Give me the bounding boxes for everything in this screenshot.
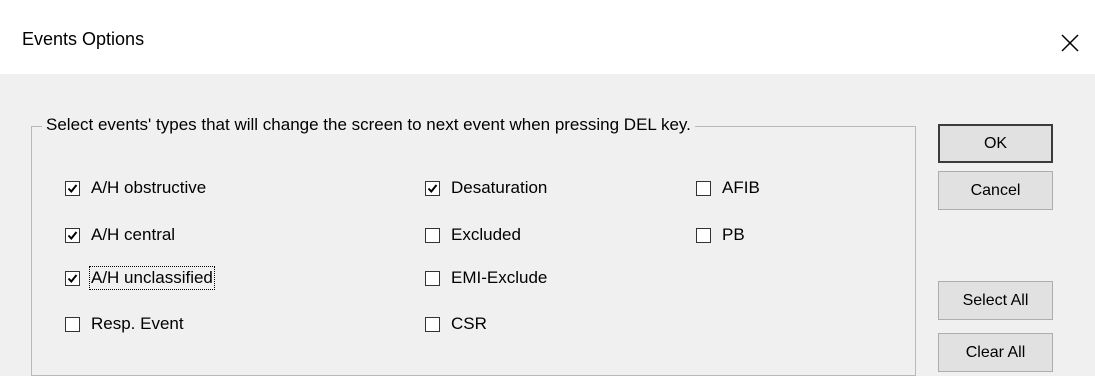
checkbox-desaturation[interactable]: Desaturation [425, 175, 547, 201]
checkbox-ah-unclassified[interactable]: A/H unclassified [65, 265, 215, 291]
check-icon [67, 273, 78, 283]
checkbox-label: A/H obstructive [91, 178, 207, 197]
check-icon [67, 230, 78, 240]
close-button[interactable] [1053, 26, 1087, 60]
checkbox-resp-event[interactable]: Resp. Event [65, 311, 184, 337]
checkbox-afib[interactable]: AFIB [696, 175, 760, 201]
clear-all-button[interactable]: Clear All [938, 333, 1053, 372]
checkbox-label: Excluded [451, 225, 521, 244]
checkbox-excluded[interactable]: Excluded [425, 222, 521, 248]
checkbox-label: Desaturation [451, 178, 548, 197]
checkbox-ah-central[interactable]: A/H central [65, 222, 175, 248]
checkbox-box [696, 180, 711, 196]
checkbox-box [425, 270, 440, 286]
checkbox-box [425, 316, 440, 332]
checkbox-label: Resp. Event [91, 314, 184, 333]
checkbox-label: A/H central [91, 225, 176, 244]
checkbox-box [65, 316, 80, 332]
checkbox-box [696, 227, 711, 243]
checkbox-emi-exclude[interactable]: EMI-Exclude [425, 265, 547, 291]
checkbox-label: CSR [451, 314, 487, 333]
checkbox-label: PB [722, 225, 745, 244]
select-all-button[interactable]: Select All [938, 281, 1053, 320]
group-legend: Select events' types that will change th… [42, 115, 695, 135]
checkbox-box [65, 180, 80, 196]
checkbox-label: EMI-Exclude [451, 268, 548, 287]
checkbox-box [425, 227, 440, 243]
checkbox-label: A/H unclassified [89, 266, 215, 290]
checkbox-box [65, 227, 80, 243]
checkbox-box [65, 270, 80, 286]
checkbox-label: AFIB [722, 178, 760, 197]
check-icon [67, 183, 78, 193]
check-icon [427, 183, 438, 193]
checkbox-csr[interactable]: CSR [425, 311, 487, 337]
checkbox-pb[interactable]: PB [696, 222, 745, 248]
checkbox-box [425, 180, 440, 196]
ok-button[interactable]: OK [938, 124, 1053, 163]
close-icon [1061, 34, 1079, 52]
title-bar: Events Options [0, 10, 1095, 74]
dialog-title: Events Options [22, 29, 145, 49]
event-types-group [31, 126, 916, 376]
cancel-button[interactable]: Cancel [938, 171, 1053, 210]
checkbox-ah-obstructive[interactable]: A/H obstructive [65, 175, 206, 201]
